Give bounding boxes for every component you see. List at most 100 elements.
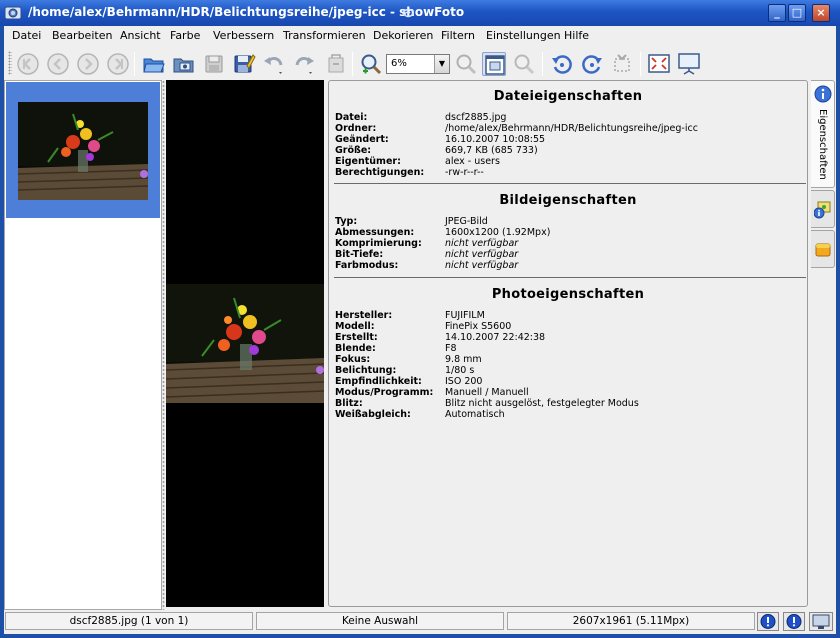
last-icon[interactable] — [106, 52, 130, 76]
prop-value: Blitz nicht ausgelöst, festgelegter Modu… — [445, 398, 639, 409]
prop-value: Automatisch — [445, 409, 505, 420]
image-canvas[interactable] — [166, 80, 324, 607]
prop-row: Fokus: 9.8 mm — [335, 354, 805, 365]
canvas-image — [166, 284, 324, 403]
menu-filtern[interactable]: Filtern — [441, 29, 475, 42]
menu-datei[interactable]: Datei — [12, 29, 41, 42]
panel-splitter[interactable] — [162, 80, 165, 610]
warning-icon — [760, 614, 776, 629]
overexposure-indicator-button[interactable] — [783, 612, 805, 631]
prop-key: Hersteller: — [335, 310, 393, 321]
prop-key: Fokus: — [335, 354, 371, 365]
prop-key: Blitz: — [335, 398, 363, 409]
prop-value: 14.10.2007 22:42:38 — [445, 332, 546, 343]
prop-row: Geändert: 16.10.2007 10:08:55 — [335, 134, 805, 145]
prop-value: 1/80 s — [445, 365, 475, 376]
app-icon[interactable] — [4, 4, 22, 22]
prop-row: Abmessungen: 1600x1200 (1.92Mpx) — [335, 227, 805, 238]
zoom-out-icon[interactable] — [454, 52, 478, 76]
prop-row: Ordner: /home/alex/Behrmann/HDR/Belichtun… — [335, 123, 805, 134]
tab-metadata[interactable] — [811, 190, 835, 228]
minimize-button[interactable]: _ — [768, 4, 786, 22]
prop-key: Komprimierung: — [335, 238, 422, 249]
sidebar-tabs: Eigenschaften — [809, 80, 836, 607]
kde-swirl-icon — [400, 5, 416, 24]
revert-icon[interactable] — [324, 52, 348, 76]
prop-row: Hersteller: FUJIFILM — [335, 310, 805, 321]
rotate-left-icon[interactable] — [550, 52, 574, 76]
prop-key: Größe: — [335, 145, 372, 156]
app-window: Datei Bearbeiten Ansicht Farbe Verbesser… — [4, 26, 836, 634]
prop-value: /home/alex/Behrmann/HDR/Belichtungsreihe… — [445, 123, 698, 134]
info-icon — [814, 85, 832, 106]
crop-icon[interactable] — [610, 52, 634, 76]
section-divider — [334, 277, 806, 278]
menu-verbessern[interactable]: Verbessern — [213, 29, 274, 42]
prop-key: Blende: — [335, 343, 376, 354]
prop-key: Bit-Tiefe: — [335, 249, 384, 260]
title-bar[interactable]: /home/alex/Behrmann/HDR/Belichtungsreihe… — [0, 0, 840, 26]
properties-panel[interactable]: Dateieigenschaften Datei: dscf2885.jpg Or… — [328, 80, 808, 607]
prop-value: 9.8 mm — [445, 354, 482, 365]
prop-row: Bit-Tiefe: nicht verfügbar — [335, 249, 805, 260]
prop-row: Erstellt: 14.10.2007 22:42:38 — [335, 332, 805, 343]
metadata-icon — [813, 201, 832, 222]
prop-row: Komprimierung: nicht verfügbar — [335, 238, 805, 249]
open-album-icon[interactable] — [172, 52, 196, 76]
menu-farbe[interactable]: Farbe — [170, 29, 200, 42]
toolbar-grip[interactable] — [8, 51, 12, 75]
undo-icon[interactable] — [262, 52, 286, 76]
save-icon[interactable] — [202, 52, 226, 76]
menu-transformieren[interactable]: Transformieren — [283, 29, 366, 42]
prop-row: Berechtigungen: -rw-r--r-- — [335, 167, 805, 178]
open-folder-icon[interactable] — [142, 52, 166, 76]
fit-window-icon[interactable] — [482, 52, 506, 76]
thumbnail-image — [18, 102, 148, 200]
color-managed-view-button[interactable] — [809, 612, 833, 631]
underexposure-indicator-button[interactable] — [757, 612, 779, 631]
prop-value: -rw-r--r-- — [445, 167, 484, 178]
tab-colors[interactable] — [811, 230, 835, 268]
menu-bearbeiten[interactable]: Bearbeiten — [52, 29, 112, 42]
tab-eigenschaften[interactable]: Eigenschaften — [811, 80, 835, 188]
prop-value: 16.10.2007 10:08:55 — [445, 134, 546, 145]
rotate-right-icon[interactable] — [580, 52, 604, 76]
thumbnail-bar[interactable] — [4, 80, 162, 610]
zoom-selection-icon[interactable] — [512, 52, 536, 76]
prop-row: Modell: FinePix S5600 — [335, 321, 805, 332]
thumbnail-item[interactable] — [6, 82, 160, 218]
prop-value: FinePix S5600 — [445, 321, 512, 332]
close-button[interactable]: × — [812, 4, 830, 22]
toolbar: 6% ▼ — [4, 46, 836, 80]
menu-bar: Datei Bearbeiten Ansicht Farbe Verbesser… — [4, 26, 836, 46]
prop-value: nicht verfügbar — [445, 249, 519, 260]
file-properties-title: Dateieigenschaften — [493, 89, 643, 104]
warning-icon — [786, 614, 802, 629]
maximize-button[interactable]: □ — [788, 4, 806, 22]
status-selection: Keine Auswahl — [256, 612, 504, 630]
prop-key: Weißabgleich: — [335, 409, 411, 420]
menu-hilfe[interactable]: Hilfe — [564, 29, 589, 42]
zoom-in-icon[interactable] — [359, 52, 383, 76]
back-icon[interactable] — [46, 52, 70, 76]
menu-einstellungen[interactable]: Einstellungen — [486, 29, 561, 42]
first-icon[interactable] — [16, 52, 40, 76]
prop-key: Berechtigungen: — [335, 167, 425, 178]
prop-value: ISO 200 — [445, 376, 483, 387]
zoom-select[interactable]: 6% ▼ — [386, 54, 450, 74]
menu-ansicht[interactable]: Ansicht — [120, 29, 161, 42]
forward-icon[interactable] — [76, 52, 100, 76]
prop-row: Blitz: Blitz nicht ausgelöst, festgelegte… — [335, 398, 805, 409]
redo-icon[interactable] — [292, 52, 316, 76]
status-image-size: 2607x1961 (5.11Mpx) — [507, 612, 755, 630]
fullscreen-icon[interactable] — [647, 52, 671, 76]
prop-value: F8 — [445, 343, 457, 354]
prop-key: Eigentümer: — [335, 156, 401, 167]
slideshow-icon[interactable] — [677, 52, 701, 76]
chevron-down-icon[interactable]: ▼ — [434, 55, 449, 73]
save-as-icon[interactable] — [232, 52, 256, 76]
prop-key: Typ: — [335, 216, 358, 227]
window-title: /home/alex/Behrmann/HDR/Belichtungsreihe… — [28, 5, 465, 19]
prop-row: Datei: dscf2885.jpg — [335, 112, 805, 123]
menu-dekorieren[interactable]: Dekorieren — [373, 29, 433, 42]
